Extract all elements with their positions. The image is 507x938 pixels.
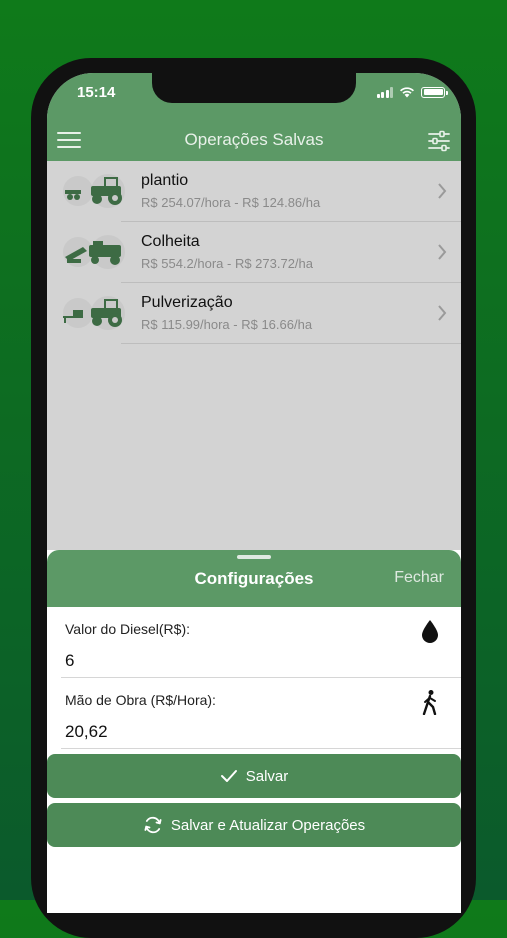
diesel-field[interactable]: Valor do Diesel(R$): 6 <box>47 607 461 678</box>
save-and-update-button[interactable]: Salvar e Atualizar Operações <box>47 803 461 847</box>
drop-icon <box>422 620 438 643</box>
diesel-input[interactable]: 6 <box>65 651 74 671</box>
operation-name: plantio <box>141 172 189 189</box>
navigation-bar: Operações Salvas <box>47 123 461 161</box>
operation-costs: R$ 554.2/hora - R$ 273.72/ha <box>141 256 314 271</box>
save-button-label: Salvar <box>245 767 289 785</box>
chevron-right-icon <box>438 244 447 260</box>
settings-sheet: Configurações Fechar Valor do Diesel(R$)… <box>47 550 461 913</box>
sheet-grabber-handle[interactable] <box>237 555 271 559</box>
save-and-update-button-label: Salvar e Atualizar Operações <box>170 816 366 834</box>
harvester-icon <box>63 235 125 269</box>
status-icons <box>376 86 448 98</box>
labor-label: Mão de Obra (R$/Hora): <box>65 692 216 708</box>
diesel-label: Valor do Diesel(R$): <box>65 621 191 637</box>
labor-input[interactable]: 20,62 <box>65 722 108 742</box>
refresh-icon <box>144 816 162 834</box>
operation-costs: R$ 115.99/hora - R$ 16.66/ha <box>141 317 313 332</box>
sprayer-tractor-icon <box>63 296 125 330</box>
operations-list: plantio R$ 254.07/hora - R$ 124.86/ha Co… <box>47 161 461 344</box>
save-button[interactable]: Salvar <box>47 754 461 798</box>
status-time: 15:14 <box>77 84 116 101</box>
cellular-signal-icon <box>376 86 393 98</box>
operation-name: Colheita <box>141 233 200 250</box>
wifi-icon <box>400 87 414 98</box>
close-button[interactable]: Fechar <box>394 569 444 587</box>
labor-field[interactable]: Mão de Obra (R$/Hora): 20,62 <box>47 678 461 749</box>
settings-header: Configurações Fechar <box>47 550 461 607</box>
chevron-right-icon <box>438 305 447 321</box>
operation-costs: R$ 254.07/hora - R$ 124.86/ha <box>141 195 321 210</box>
walking-person-icon <box>422 690 437 715</box>
sliders-icon[interactable] <box>427 129 451 153</box>
checkmark-icon <box>220 770 237 782</box>
operation-name: Pulverização <box>141 294 233 311</box>
notch <box>152 73 356 103</box>
app-screen: 15:14 Operações Salvas plantio R$ 254.07… <box>47 73 461 913</box>
planting-tractor-icon <box>63 174 125 208</box>
operation-row-plantio[interactable]: plantio R$ 254.07/hora - R$ 124.86/ha <box>47 161 461 222</box>
page-title: Operações Salvas <box>184 130 324 149</box>
operation-row-colheita[interactable]: Colheita R$ 554.2/hora - R$ 273.72/ha <box>47 222 461 283</box>
battery-icon <box>421 86 448 98</box>
operation-row-pulverizacao[interactable]: Pulverização R$ 115.99/hora - R$ 16.66/h… <box>47 283 461 344</box>
status-bar: 15:14 <box>47 73 461 123</box>
chevron-right-icon <box>438 183 447 199</box>
